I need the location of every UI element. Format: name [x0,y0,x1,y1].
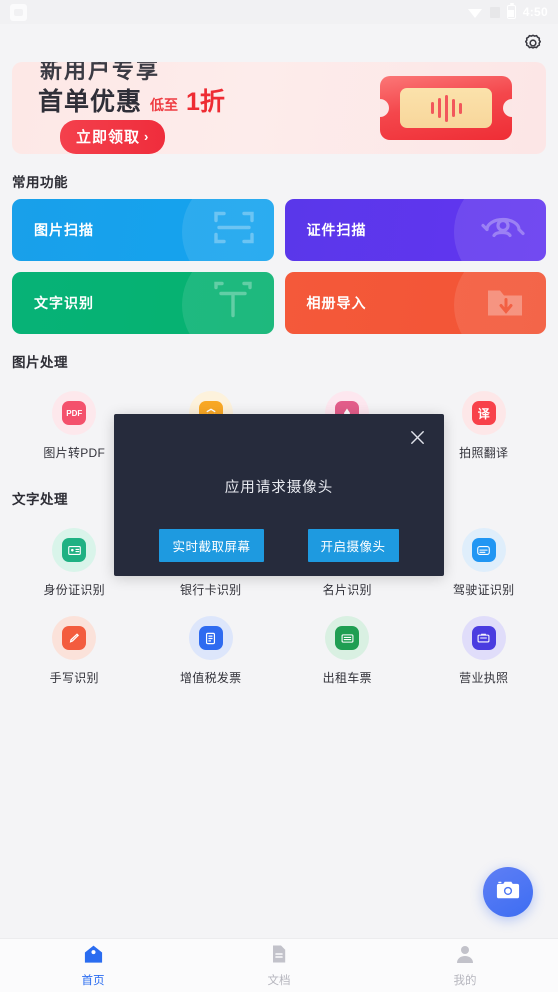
app-root: 4:50 新用户专享 首单优惠 低至 1折 立即领取 › 常用功能 图片扫描 证… [0,0,558,992]
document-icon [269,944,289,969]
driver-license-icon [461,528,506,572]
wifi-icon [467,7,483,18]
close-icon[interactable] [404,424,430,450]
camera-icon [496,879,520,906]
tab-label: 文档 [267,974,291,987]
section-title-image: 图片处理 [12,355,68,370]
pdf-icon: PDF [52,391,97,435]
scan-frame-icon [212,208,256,253]
dialog-actions: 实时截取屏幕 开启摄像头 [114,529,444,562]
tab-document[interactable]: 文档 [186,939,372,992]
tab-label: 首页 [81,974,105,987]
dialog-title: 应用请求摄像头 [224,480,334,496]
app-notification-icon [10,3,27,21]
banner-title-sub: 低至 [150,97,179,113]
card-image-scan[interactable]: 图片扫描 [12,199,274,261]
grid-item-label: 名片识别 [322,583,372,597]
card-label: 文字识别 [34,295,94,311]
status-bar: 4:50 [0,0,558,24]
grid-item-label: 出租车票 [322,671,372,685]
text-t-icon [210,280,256,327]
invoice-icon [188,616,233,660]
card-id-scan[interactable]: 证件扫描 [284,199,546,261]
folder-download-icon [482,281,528,326]
tab-home[interactable]: 首页 [0,939,186,992]
translate-icon: 译 [461,391,506,435]
status-bar-right: 4:50 [467,2,548,19]
signal-icon [489,6,500,18]
tab-label: 我的 [453,974,477,987]
bottom-tab-bar: 首页 文档 我的 [0,938,558,992]
card-label: 证件扫描 [306,222,367,238]
status-bar-left [10,3,27,21]
open-camera-button[interactable]: 开启摄像头 [307,529,399,562]
camera-permission-dialog: 应用请求摄像头 实时截取屏幕 开启摄像头 [114,414,444,576]
grid-item-label: 银行卡识别 [179,583,242,597]
grid-item-label: 营业执照 [459,671,509,685]
grid-item-label: 拍照翻译 [459,446,509,460]
card-label: 相册导入 [306,295,367,311]
card-album-import[interactable]: 相册导入 [284,272,546,334]
card-text-recognition[interactable]: 文字识别 [12,272,274,334]
app-header [0,24,558,62]
grid-item-label: 身份证识别 [43,583,105,597]
status-bar-clock: 4:50 [522,5,548,19]
grid-item-handwriting[interactable]: 手写识别 [6,608,143,696]
banner-cta-label: 立即领取 [76,129,141,146]
id-card-icon [52,528,97,572]
tab-profile[interactable]: 我的 [372,939,558,992]
chevron-right-icon: › [144,129,150,144]
coupon-ticket-icon [380,76,512,140]
gear-icon[interactable] [520,30,546,56]
grid-item-taxi-receipt[interactable]: 出租车票 [279,608,416,696]
handwriting-pen-icon [52,616,97,660]
battery-icon [506,2,516,19]
grid-item-label: 增值税发票 [179,671,242,685]
taxi-receipt-icon [325,616,370,660]
grid-item-business-license[interactable]: 营业执照 [416,608,553,696]
banner-title-main: 首单优惠 [38,88,143,116]
banner-cta-button[interactable]: 立即领取 › [60,120,166,154]
grid-item-vat-invoice[interactable]: 增值税发票 [143,608,280,696]
banner-headline: 首单优惠 低至 1折 [38,82,225,118]
capture-screen-button[interactable]: 实时截取屏幕 [159,529,264,562]
grid-item-label: 手写识别 [49,671,99,685]
id-scan-icon [478,208,528,253]
home-icon [83,944,104,969]
card-label: 图片扫描 [34,222,94,238]
section-title-common: 常用功能 [12,175,68,190]
camera-fab-button[interactable] [483,867,533,917]
grid-item-label: 图片转PDF [43,446,106,460]
common-function-cards: 图片扫描 证件扫描 文字识别 相册导入 [0,199,558,334]
promo-banner[interactable]: 新用户专享 首单优惠 低至 1折 立即领取 › [12,62,546,154]
grid-item-label: 驾驶证识别 [452,583,515,597]
banner-discount-value: 1折 [186,88,225,116]
profile-icon [455,944,475,969]
business-license-icon [461,616,506,660]
